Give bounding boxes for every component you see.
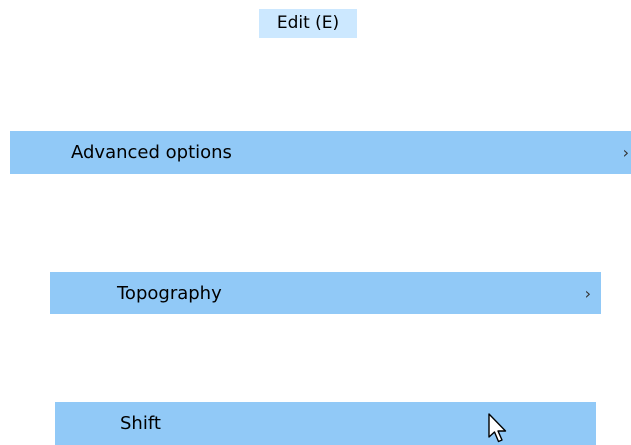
mouse-pointer-icon bbox=[488, 413, 507, 443]
menu-item-label: Shift bbox=[120, 413, 161, 434]
menu-item-advanced-options[interactable]: Advanced options › bbox=[10, 131, 631, 174]
menu-item-shift[interactable]: Shift bbox=[55, 402, 596, 445]
chevron-right-icon: › bbox=[584, 283, 591, 303]
chevron-right-icon: › bbox=[622, 143, 629, 162]
edit-menu-title[interactable]: Edit (E) bbox=[259, 9, 357, 38]
menu-item-topography[interactable]: Topography › bbox=[50, 272, 601, 314]
menu-item-label: Advanced options bbox=[71, 142, 232, 163]
menu-item-label: Topography bbox=[117, 282, 222, 304]
